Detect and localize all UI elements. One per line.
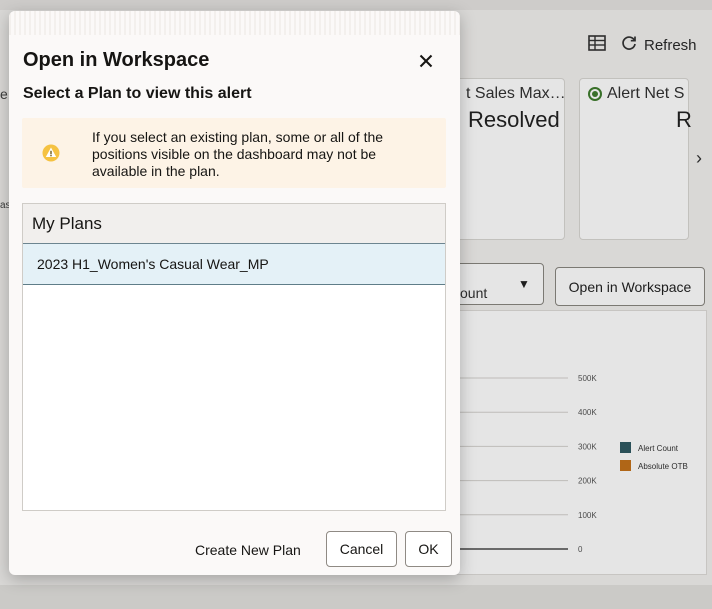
close-icon <box>419 52 433 73</box>
plans-list-header: My Plans <box>23 204 445 244</box>
create-new-plan-button[interactable]: Create New Plan <box>195 531 301 569</box>
warning-text: If you select an existing plan, some or … <box>92 129 384 179</box>
ok-button[interactable]: OK <box>405 531 452 567</box>
dialog-header-texture <box>9 11 460 35</box>
dialog-title: Open in Workspace <box>23 49 210 71</box>
dialog-subtitle: Select a Plan to view this alert <box>23 85 252 102</box>
cancel-button[interactable]: Cancel <box>326 531 397 567</box>
warning-icon <box>42 144 60 162</box>
plan-list-item[interactable]: 2023 H1_Women's Casual Wear_MP <box>23 244 445 285</box>
plans-list: My Plans 2023 H1_Women's Casual Wear_MP <box>22 203 446 511</box>
close-button[interactable] <box>413 49 439 75</box>
warning-message: If you select an existing plan, some or … <box>22 118 446 188</box>
dialog-footer: Create New Plan Cancel OK <box>9 531 460 569</box>
open-in-workspace-dialog: Open in Workspace Select a Plan to view … <box>9 11 460 575</box>
